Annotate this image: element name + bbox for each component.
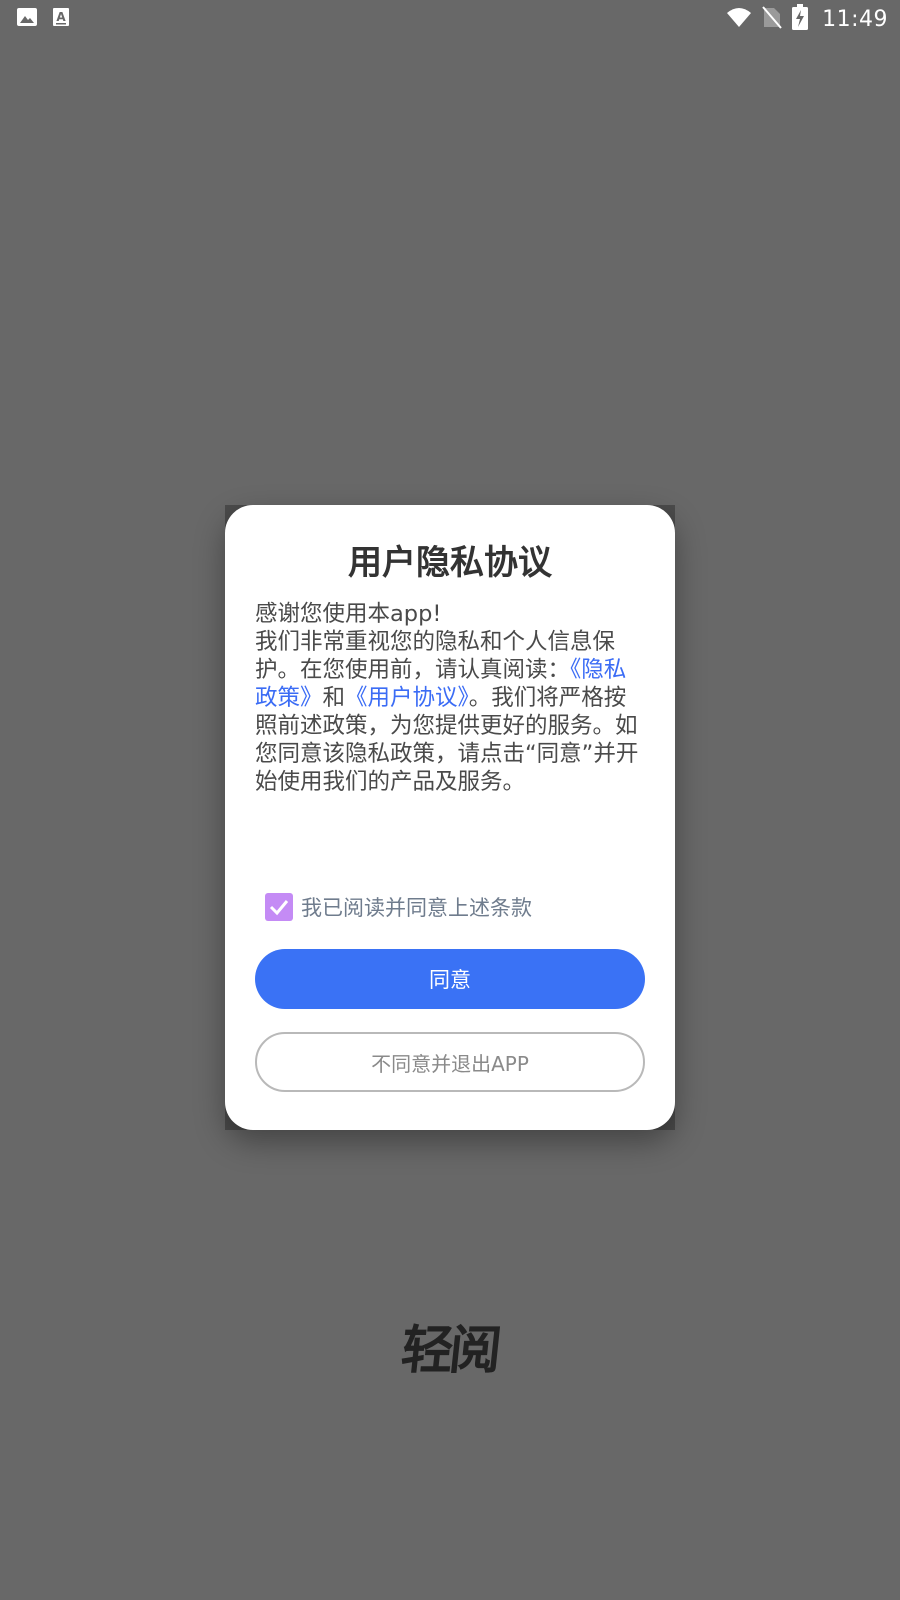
dialog-body-text: 感谢您使用本app! 我们非常重视您的隐私和个人信息保护。在您使用前，请认真阅读：… [255,600,647,796]
clock-time: 11:49 [822,6,888,32]
no-sim-icon [762,5,782,33]
agree-checkbox-label: 我已阅读并同意上述条款 [301,896,532,920]
user-agreement-link[interactable]: 《用户协议》 [345,685,469,711]
dialog-title: 用户隐私协议 [348,543,552,583]
status-bar: A 11:49 [0,0,900,36]
body-text-intro: 我们非常重视您的隐私和个人信息保护。在您使用前，请认真阅读： [255,629,616,683]
battery-charging-icon [792,4,809,34]
app-logo: 轻阅 [390,1300,510,1390]
status-bar-left: A [16,7,70,31]
app-logo-text: 轻阅 [398,1320,501,1381]
agree-button[interactable]: 同意 [255,949,645,1009]
svg-text:A: A [56,10,66,24]
checkmark-icon [269,900,289,916]
conjunction-text: 和 [322,685,346,711]
gallery-icon [16,7,38,31]
wifi-icon [726,6,752,32]
privacy-dialog: 用户隐私协议 感谢您使用本app! 我们非常重视您的隐私和个人信息保护。在您使用前… [225,505,675,1130]
greeting-text: 感谢您使用本app! [255,601,442,627]
agree-checkbox[interactable] [265,893,293,921]
font-a-icon: A [52,7,70,31]
agree-terms-row[interactable]: 我已阅读并同意上述条款 [265,890,532,924]
decline-exit-button[interactable]: 不同意并退出APP [255,1032,645,1092]
status-bar-right: 11:49 [726,4,888,34]
